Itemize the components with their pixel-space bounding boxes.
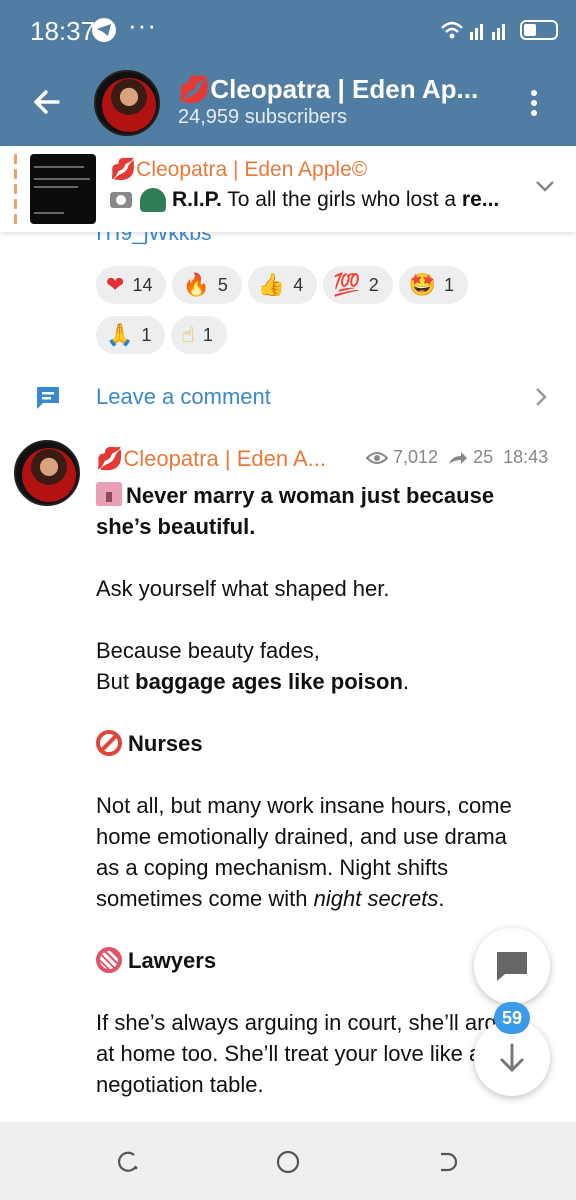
post-headline: Never marry a woman just because she’s b…: [96, 482, 495, 539]
post-paragraph: Not all, but many work insane hours, com…: [96, 793, 512, 911]
battery-icon: [520, 20, 558, 40]
unread-badge: 59: [494, 1002, 530, 1034]
pinned-indicator: [14, 154, 18, 224]
channel-title: 💋Cleopatra | Eden Ap...: [178, 74, 479, 104]
post-avatar[interactable]: [14, 440, 80, 506]
post-paragraph: Because beauty fades, But baggage ages li…: [96, 638, 410, 694]
more-notifications-icon: ···: [128, 10, 157, 40]
channel-header[interactable]: 💋Cleopatra | Eden Ap... 24,959 subscribe…: [0, 60, 576, 146]
post-body: Never marry a woman just because she’s b…: [96, 480, 526, 1131]
post-sender[interactable]: 💋Cleopatra | Eden A...: [96, 446, 326, 472]
tombstone-icon: [140, 188, 166, 213]
channel-avatar[interactable]: [94, 70, 160, 136]
pinned-title: 💋Cleopatra | Eden Apple©: [110, 158, 368, 181]
leave-comment-row[interactable]: Leave a comment: [0, 370, 576, 426]
chevron-right-icon: [536, 388, 547, 406]
comments-button[interactable]: [474, 928, 550, 1004]
home-icon[interactable]: [276, 1150, 300, 1174]
chevron-down-icon[interactable]: [534, 178, 556, 194]
post-meta: 7,012 25 18:43: [365, 447, 549, 468]
reaction-fire[interactable]: 🔥 5: [172, 266, 242, 304]
reaction-thumbs-up[interactable]: 👍 4: [247, 266, 318, 304]
wifi-signal-icon: [441, 21, 505, 40]
post-time: 18:43: [503, 447, 549, 467]
subscriber-count: 24,959 subscribers: [178, 106, 347, 128]
view-count: 7,012: [393, 447, 439, 467]
back-nav-icon[interactable]: [436, 1150, 460, 1174]
camera-icon: [110, 192, 132, 209]
pinned-message-bar[interactable]: 💋Cleopatra | Eden Apple© R.I.P. To all t…: [0, 146, 576, 232]
leave-comment-label: Leave a comment: [96, 384, 271, 409]
system-nav-bar: [0, 1122, 576, 1200]
more-options-icon[interactable]: [530, 90, 538, 120]
post-paragraph: If she’s always arguing in court, she’ll…: [96, 1010, 522, 1097]
reaction-star-struck[interactable]: 🤩 1: [398, 266, 469, 304]
pinned-thumbnail: [30, 154, 96, 224]
no-entry-icon: [96, 730, 122, 756]
reaction-point-up[interactable]: ☝ 1: [171, 316, 227, 354]
comment-icon: [37, 387, 59, 409]
section-heading-nurses: Nurses: [96, 728, 526, 759]
reactions-row: ❤ 14 🔥 5 👍 4 💯 2 🤩 1 🙏 1 ☝ 1: [96, 266, 536, 366]
comment-bubble-icon: [497, 952, 527, 981]
section-heading-lawyers: Lawyers: [96, 945, 526, 976]
status-bar: 18:37 ···: [0, 0, 576, 60]
forward-count: 25: [473, 447, 494, 467]
eye-icon: [365, 452, 389, 464]
recents-icon[interactable]: [116, 1150, 140, 1174]
wedding-chapel-icon: [96, 482, 122, 506]
reaction-heart[interactable]: ❤ 14: [96, 266, 167, 304]
telegram-icon: [92, 18, 116, 42]
pinned-text: R.I.P. To all the girls who lost a re...: [110, 188, 520, 213]
prohibited-icon: [96, 947, 122, 973]
arrow-down-icon: [500, 1043, 524, 1073]
forward-icon: [449, 452, 468, 464]
back-arrow-icon[interactable]: [28, 84, 64, 120]
status-time: 18:37: [30, 16, 96, 46]
reaction-pray[interactable]: 🙏 1: [96, 316, 166, 354]
post-paragraph: Ask yourself what shaped her.: [96, 576, 390, 601]
reaction-hundred[interactable]: 💯 2: [323, 266, 393, 304]
